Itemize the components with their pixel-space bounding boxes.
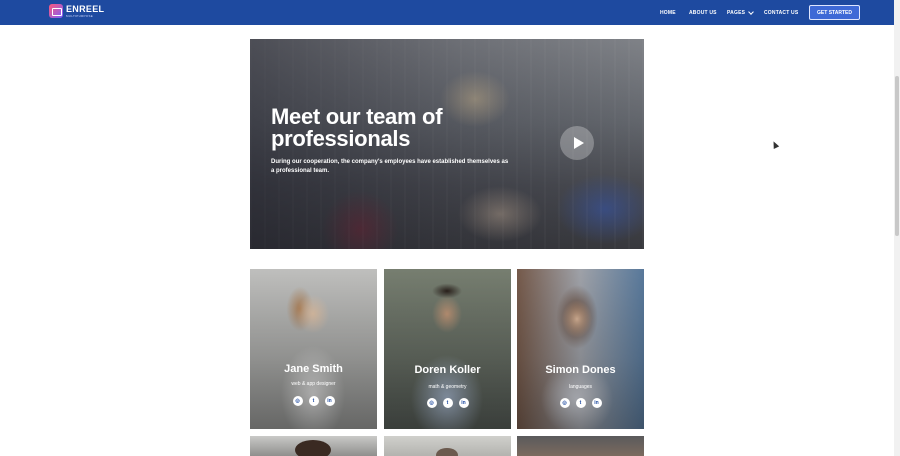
nav-pages-label: PAGES (727, 9, 746, 16)
nav-pages[interactable]: PAGES (727, 0, 754, 25)
nav-contact-us[interactable]: CONTACT US (764, 0, 798, 25)
team-card-simon-dones: Simon Dones languages ◎ t in (517, 269, 644, 429)
site-logo[interactable]: ENREEL MULTIPURPOSE (49, 4, 104, 18)
team-member-role: web & app designer (291, 381, 336, 387)
social-links: ◎ t in (250, 396, 377, 406)
play-video-button[interactable] (560, 126, 594, 160)
team-member-name: Jane Smith (284, 363, 343, 375)
page-scrollbar[interactable] (894, 0, 900, 456)
page: ENREEL MULTIPURPOSE HOME ABOUT US PAGES … (0, 0, 900, 456)
logo-tagline: MULTIPURPOSE (66, 13, 94, 18)
social-links: ◎ t in (384, 398, 511, 408)
scrollbar-thumb[interactable] (895, 76, 899, 236)
chevron-down-icon (748, 8, 754, 15)
linkedin-icon[interactable]: in (324, 396, 335, 406)
team-member-role: languages (568, 384, 593, 390)
logo-icon (49, 4, 63, 18)
hero-title: Meet our team of professionals (271, 104, 443, 151)
team-member-name: Simon Dones (545, 364, 616, 376)
twitter-icon[interactable]: t (442, 398, 453, 408)
nav-contact-us-label: CONTACT US (764, 9, 799, 16)
linkedin-icon[interactable]: in (591, 398, 602, 408)
nav-home-label: HOME (660, 9, 676, 16)
team-card-doren-koller: Doren Koller math & geometry ◎ t in (384, 269, 511, 429)
team-card-partial (517, 436, 644, 456)
social-links: ◎ t in (517, 398, 644, 408)
play-icon (573, 137, 584, 149)
nav-about-us-label: ABOUT US (689, 9, 717, 16)
logo-name: ENREEL (66, 3, 105, 14)
get-started-button[interactable]: GET STARTED (809, 5, 860, 20)
team-card-partial (250, 436, 377, 456)
team-member-name: Doren Koller (414, 364, 481, 376)
twitter-icon[interactable]: t (575, 398, 586, 408)
hero-video-banner: Meet our team of professionals During ou… (250, 39, 644, 249)
nav-home[interactable]: HOME (660, 0, 676, 25)
site-header: ENREEL MULTIPURPOSE HOME ABOUT US PAGES … (0, 0, 894, 25)
instagram-icon[interactable]: ◎ (559, 398, 570, 408)
instagram-icon[interactable]: ◎ (292, 396, 303, 406)
team-member-role: math & geometry (428, 384, 467, 390)
mouse-cursor-icon (770, 140, 780, 149)
instagram-icon[interactable]: ◎ (426, 398, 437, 408)
nav-about-us[interactable]: ABOUT US (689, 0, 717, 25)
hero-subtitle: During our cooperation, the company's em… (271, 159, 509, 174)
team-card-jane-smith: Jane Smith web & app designer ◎ t in (250, 269, 377, 429)
team-card-partial (384, 436, 511, 456)
linkedin-icon[interactable]: in (458, 398, 469, 408)
twitter-icon[interactable]: t (308, 396, 319, 406)
